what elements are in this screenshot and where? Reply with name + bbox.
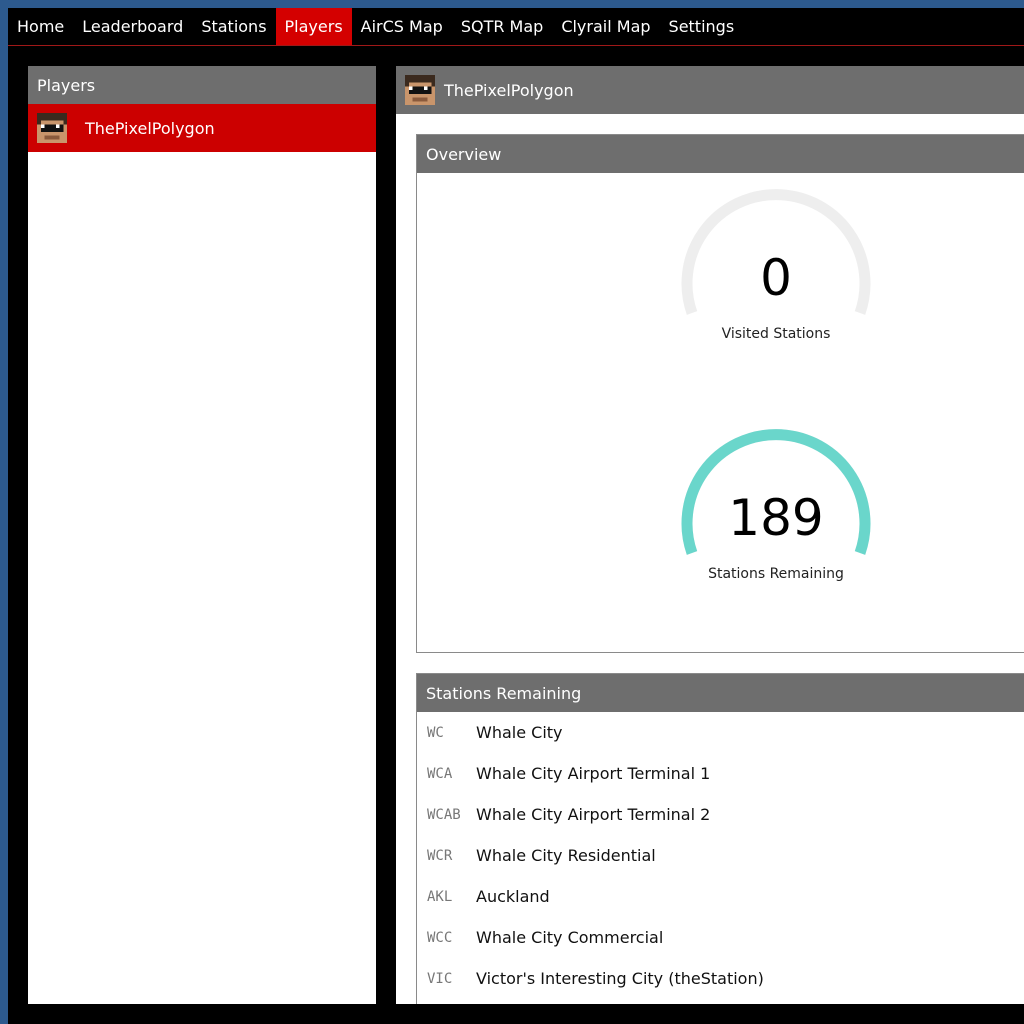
station-name: Victor's Interesting City (theStation)	[476, 969, 764, 988]
station-name: Whale City Airport Terminal 2	[476, 805, 711, 824]
nav-players[interactable]: Players	[275, 8, 352, 45]
player-avatar-icon	[405, 75, 435, 105]
station-code: WCAB	[427, 806, 461, 823]
nav-home[interactable]: Home	[8, 8, 73, 45]
visited-stations-gauge: 0 Visited Stations	[676, 173, 876, 373]
station-code: AKL	[427, 888, 453, 905]
player-name: ThePixelPolygon	[85, 118, 215, 138]
app-frame: Home Leaderboard Stations Players AirCS …	[8, 8, 1024, 1024]
stations-remaining-count: 189	[728, 489, 824, 547]
player-detail-panel: ThePixelPolygon Overview 0 Visited Stati…	[396, 66, 1024, 1004]
overview-title: Overview	[417, 135, 1024, 173]
nav-aircs-map[interactable]: AirCS Map	[352, 8, 452, 45]
visited-stations-count: 0	[760, 249, 792, 307]
station-name: Auckland	[476, 887, 550, 906]
player-header: ThePixelPolygon	[396, 66, 1024, 114]
player-title: ThePixelPolygon	[444, 80, 574, 100]
station-row[interactable]: WCC Whale City Commercial	[417, 917, 1024, 958]
station-list: WC Whale City WCA Whale City Airport Ter…	[417, 712, 1024, 999]
nav-leaderboard[interactable]: Leaderboard	[73, 8, 192, 45]
nav-stations[interactable]: Stations	[192, 8, 275, 45]
players-panel-title: Players	[28, 66, 376, 104]
stations-remaining-title: Stations Remaining	[417, 674, 1024, 712]
nav-clyrail-map[interactable]: Clyrail Map	[552, 8, 659, 45]
station-row[interactable]: WC Whale City	[417, 712, 1024, 753]
station-row[interactable]: AKL Auckland	[417, 876, 1024, 917]
top-navigation: Home Leaderboard Stations Players AirCS …	[8, 8, 1024, 46]
station-code: WCC	[427, 929, 453, 946]
station-name: Whale City Residential	[476, 846, 656, 865]
station-name: Whale City	[476, 723, 563, 742]
station-row[interactable]: WCAB Whale City Airport Terminal 2	[417, 794, 1024, 835]
players-panel: Players ThePixelPolygon	[28, 66, 376, 1004]
overview-card: Overview 0 Visited Stations 189 Stations…	[416, 134, 1024, 653]
station-code: WCA	[427, 765, 453, 782]
station-name: Whale City Commercial	[476, 928, 664, 947]
player-list-item[interactable]: ThePixelPolygon	[28, 104, 376, 152]
player-avatar-icon	[37, 113, 67, 143]
station-code: VIC	[427, 970, 453, 987]
stations-remaining-label: Stations Remaining	[708, 566, 844, 582]
nav-sqtr-map[interactable]: SQTR Map	[452, 8, 553, 45]
station-row[interactable]: WCA Whale City Airport Terminal 1	[417, 753, 1024, 794]
station-name: Whale City Airport Terminal 1	[476, 764, 711, 783]
station-code: WC	[427, 724, 444, 741]
nav-settings[interactable]: Settings	[660, 8, 744, 45]
stations-remaining-card: Stations Remaining WC Whale City WCA Wha…	[416, 673, 1024, 1004]
station-row[interactable]: VIC Victor's Interesting City (theStatio…	[417, 958, 1024, 999]
station-code: WCR	[427, 847, 453, 864]
visited-stations-label: Visited Stations	[721, 326, 831, 342]
stations-remaining-gauge: 189 Stations Remaining	[676, 413, 876, 613]
station-row[interactable]: WCR Whale City Residential	[417, 835, 1024, 876]
